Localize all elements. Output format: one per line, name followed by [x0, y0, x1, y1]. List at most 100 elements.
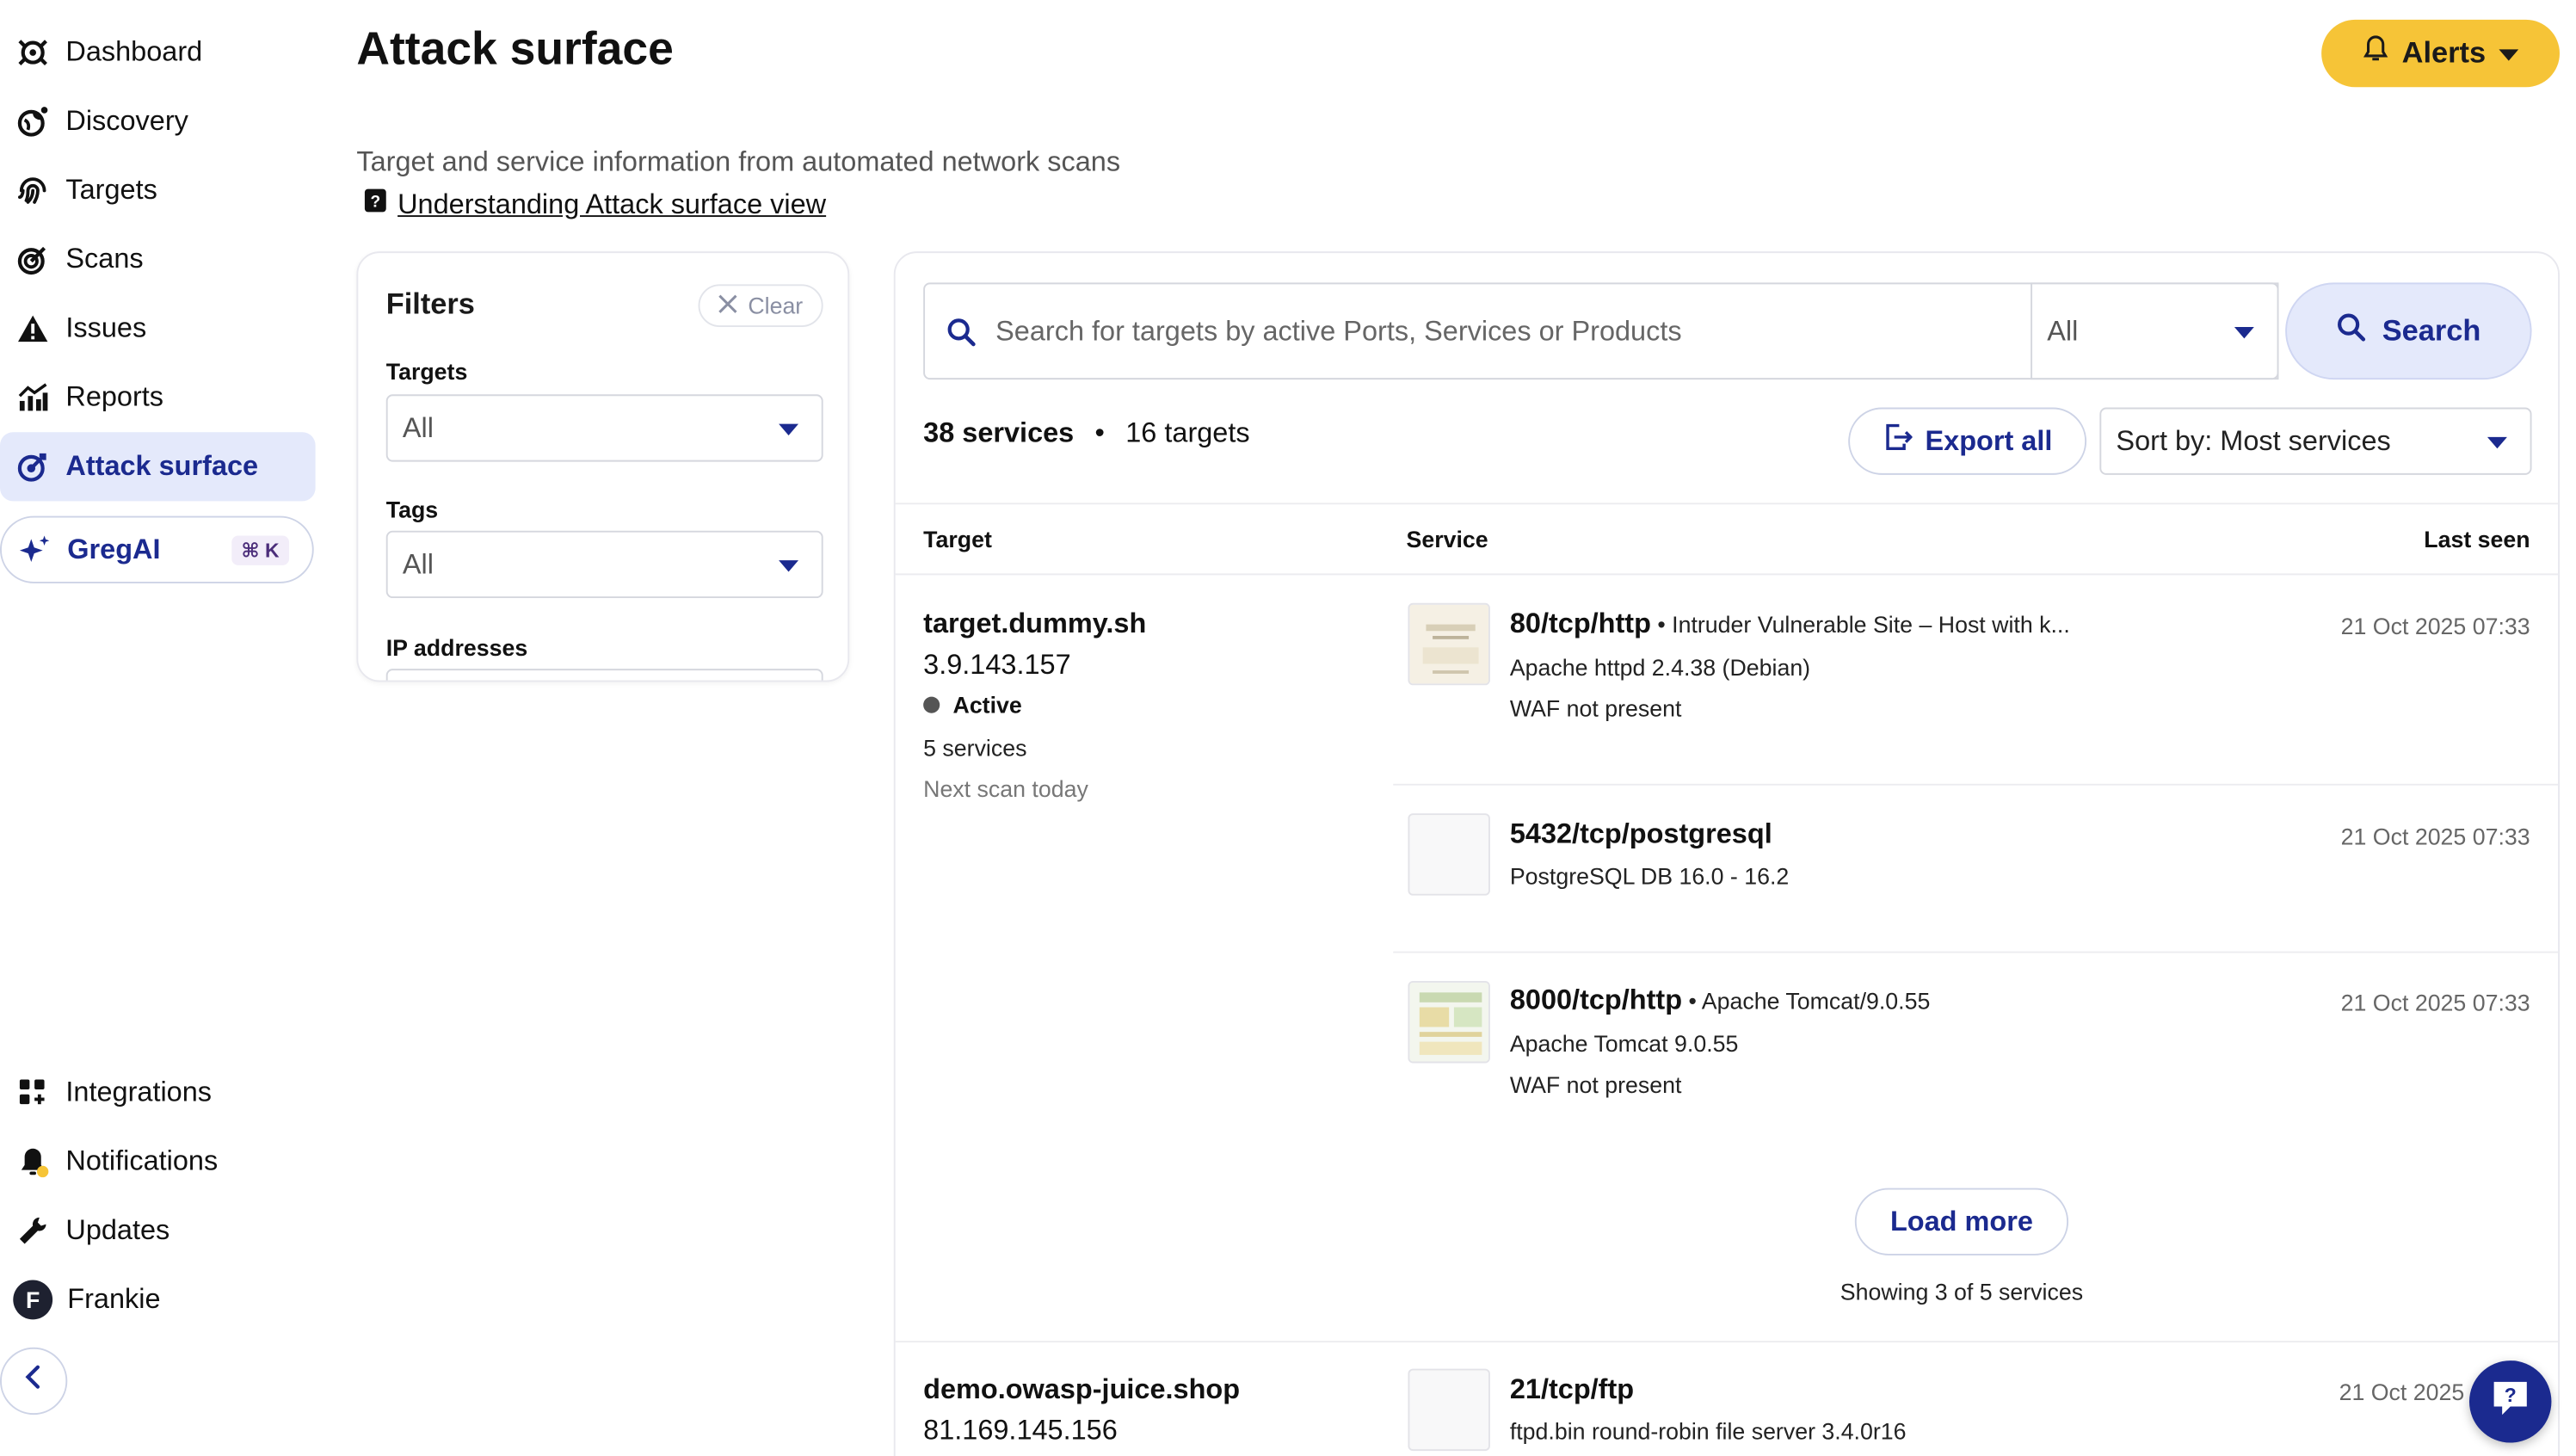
page-subtitle: Target and service information from auto…: [356, 145, 1121, 178]
sidebar-item-label: Dashboard: [65, 36, 203, 68]
service-port-label: 8000/tcp/http: [1509, 984, 1683, 1016]
chevron-down-icon: [779, 559, 799, 571]
tags-filter-label: Tags: [385, 496, 439, 523]
chevron-down-icon: [2487, 435, 2507, 448]
alerts-label: Alerts: [2401, 36, 2487, 70]
ip-filter-input[interactable]: [385, 669, 823, 681]
service-product: PostgreSQL DB 16.0 - 16.2: [1509, 862, 1790, 890]
service-port-label: 21/tcp/ftp: [1509, 1373, 1635, 1405]
target-name[interactable]: target.dummy.sh: [923, 608, 1146, 641]
chevron-down-icon: [779, 423, 799, 435]
sort-select[interactable]: Sort by: Most services: [2099, 407, 2532, 475]
close-icon: [718, 293, 738, 319]
svg-text:?: ?: [2505, 1383, 2517, 1405]
bell-icon: [16, 1145, 49, 1178]
sidebar-item-profile[interactable]: F Frankie: [0, 1265, 316, 1334]
help-book-icon: ?: [363, 188, 388, 222]
service-screenshot-thumbnail[interactable]: [1408, 980, 1490, 1064]
divider: [895, 573, 2559, 576]
search-button[interactable]: Search: [2285, 282, 2532, 380]
divider: [1393, 951, 2559, 953]
service-product: Apache httpd 2.4.38 (Debian): [1509, 653, 1811, 681]
service-last-seen: 21 Oct 2025 07:33: [2340, 989, 2530, 1016]
sidebar-item-label: Integrations: [65, 1076, 213, 1108]
service-last-seen: 21 Oct 2025 07:33: [2340, 613, 2530, 639]
results-panel: Search for targets by active Ports, Serv…: [893, 251, 2561, 1456]
help-link[interactable]: ? Understanding Attack surface view: [363, 188, 826, 222]
count-separator: •: [1094, 417, 1105, 449]
service-port[interactable]: 5432/tcp/postgresql: [1510, 818, 1772, 851]
sidebar-item-notifications[interactable]: Notifications: [0, 1127, 316, 1196]
targets-fingerprint-icon: [16, 174, 49, 207]
service-port-label: 5432/tcp/postgresql: [1509, 817, 1772, 850]
sidebar-item-label: Targets: [65, 174, 157, 206]
service-title-extra: • Intruder Vulnerable Site – Host with k…: [1650, 611, 2070, 638]
sidebar-item-issues[interactable]: Issues: [0, 294, 316, 363]
sidebar-item-attack-surface[interactable]: Attack surface: [0, 432, 316, 502]
export-icon: [1883, 423, 1913, 460]
sidebar-item-label: Reports: [65, 381, 164, 413]
keyboard-shortcut-badge: ⌘ K: [231, 535, 290, 565]
sidebar-item-targets[interactable]: Targets: [0, 156, 316, 225]
divider: [895, 503, 2559, 505]
attack-surface-icon: [16, 450, 49, 483]
sidebar-item-updates[interactable]: Updates: [0, 1196, 316, 1265]
service-product: ftpd.bin round-robin file server 3.4.0r1…: [1509, 1417, 1907, 1445]
gregai-button[interactable]: GregAI ⌘ K: [0, 515, 314, 583]
grid-icon: [16, 1077, 49, 1109]
collapse-sidebar-button[interactable]: [0, 1347, 68, 1416]
sidebar-item-integrations[interactable]: Integrations: [0, 1058, 316, 1127]
search-scope-select[interactable]: All: [2031, 282, 2279, 380]
export-all-button[interactable]: Export all: [1848, 407, 2087, 475]
load-more-button[interactable]: Load more: [1854, 1188, 2069, 1255]
gregai-label: GregAI: [67, 533, 161, 565]
scans-radar-icon: [16, 244, 49, 276]
column-header-last-seen: Last seen: [2424, 526, 2530, 552]
sidebar-item-discovery[interactable]: Discovery: [0, 87, 316, 156]
clear-filters-button[interactable]: Clear: [698, 284, 823, 327]
column-header-service: Service: [1406, 526, 1488, 552]
alerts-button[interactable]: Alerts: [2321, 19, 2561, 88]
tags-filter-select[interactable]: All: [385, 530, 823, 599]
ip-filter-label: IP addresses: [385, 634, 528, 661]
service-screenshot-thumbnail[interactable]: [1408, 602, 1490, 686]
column-header-target: Target: [923, 526, 992, 552]
help-chat-button[interactable]: ?: [2468, 1360, 2552, 1443]
page-title: Attack surface: [356, 22, 674, 74]
sidebar-item-label: Updates: [65, 1214, 170, 1246]
service-port[interactable]: 21/tcp/ftp: [1510, 1373, 1634, 1406]
service-port-label: 80/tcp/http: [1509, 608, 1651, 639]
filters-title: Filters: [385, 287, 475, 321]
sidebar-item-label: Issues: [65, 312, 147, 344]
svg-text:?: ?: [370, 194, 380, 212]
chevron-down-icon: [2499, 36, 2519, 71]
search-scope-value: All: [2047, 314, 2079, 346]
target-name[interactable]: demo.owasp-juice.shop: [923, 1373, 1240, 1406]
targets-filter-select[interactable]: All: [385, 394, 823, 462]
target-status: Active: [923, 692, 1022, 718]
service-port[interactable]: 8000/tcp/http • Apache Tomcat/9.0.55: [1510, 984, 1931, 1017]
sidebar-item-label: Discovery: [65, 105, 188, 137]
sidebar-item-label: Scans: [65, 243, 144, 275]
service-title-extra: • Apache Tomcat/9.0.55: [1682, 987, 1931, 1015]
service-screenshot-thumbnail[interactable]: [1408, 1368, 1490, 1452]
showing-label: Showing 3 of 5 services: [1840, 1278, 2084, 1305]
discovery-globe-icon: [16, 105, 49, 138]
sort-value: Sort by: Most services: [2116, 424, 2391, 456]
sidebar-item-dashboard[interactable]: Dashboard: [0, 18, 316, 87]
service-last-seen: 21 Oct 2025: [2339, 1379, 2465, 1405]
target-ip: 3.9.143.157: [923, 649, 1071, 681]
sidebar-item-reports[interactable]: Reports: [0, 363, 316, 432]
bell-outline-icon: [2363, 34, 2389, 72]
divider: [895, 1341, 2559, 1343]
targets-filter-value: All: [402, 411, 434, 443]
sidebar-item-scans[interactable]: Scans: [0, 225, 316, 294]
targets-count: 16 targets: [1125, 417, 1250, 449]
sparkle-icon: [18, 534, 51, 566]
tags-filter-value: All: [402, 547, 434, 580]
results-counts: 38 services • 16 targets: [923, 417, 1249, 450]
service-port[interactable]: 80/tcp/http • Intruder Vulnerable Site –…: [1510, 608, 2070, 641]
filters-panel: Filters Clear Targets All Tags All IP ad…: [356, 251, 850, 682]
help-link-label: Understanding Attack surface view: [397, 188, 827, 219]
service-screenshot-thumbnail[interactable]: [1408, 813, 1490, 896]
